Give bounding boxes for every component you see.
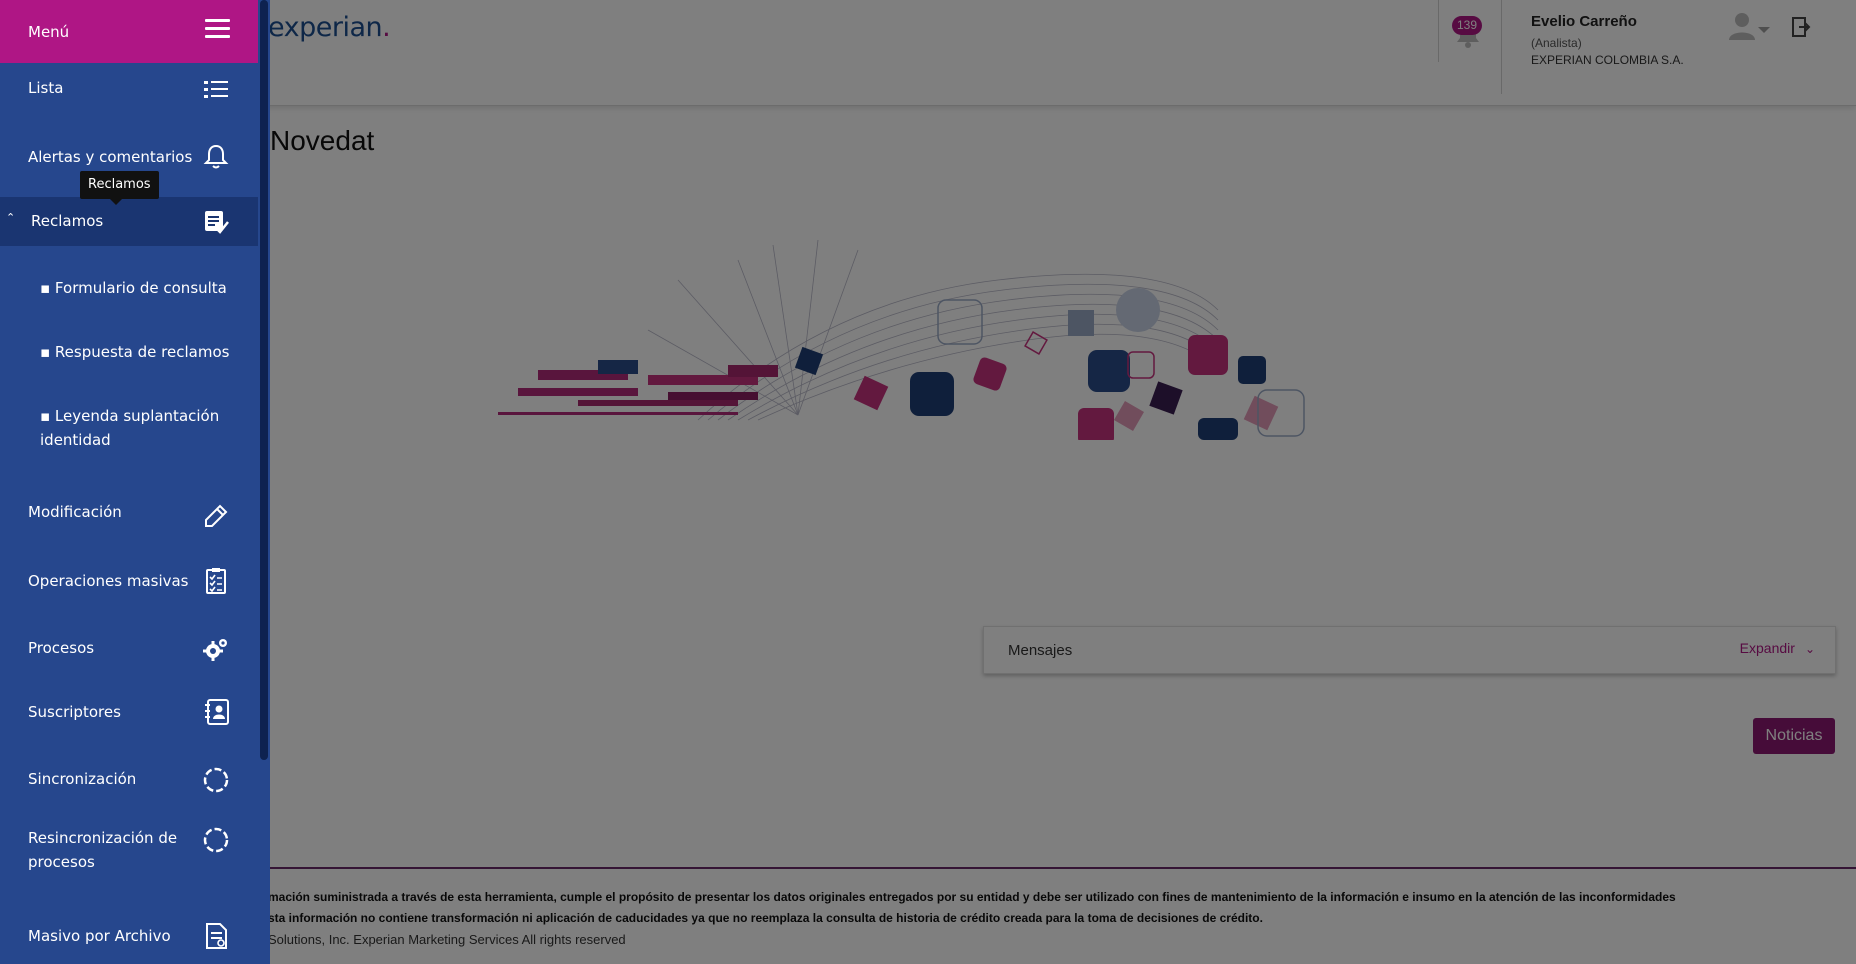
gears-icon	[203, 639, 227, 661]
sidebar-item-operaciones-masivas[interactable]: Operaciones masivas	[0, 559, 258, 605]
sidebar-scrollbar[interactable]	[258, 0, 270, 964]
sidebar-item-label: Alertas y comentarios	[28, 148, 193, 166]
sidebar-item-procesos[interactable]: Procesos	[0, 626, 258, 672]
list-icon	[204, 81, 228, 98]
hamburger-menu-icon[interactable]	[205, 19, 230, 41]
sidebar-item-reclamos[interactable]: ⌃ Reclamos	[0, 197, 258, 246]
modal-backdrop[interactable]	[0, 0, 1856, 964]
submenu-item-label: ▪ Leyenda suplantación identidad	[40, 407, 220, 449]
sidebar-item-label: Operaciones masivas	[28, 572, 189, 590]
chevron-up-icon: ⌃	[6, 211, 16, 224]
pencil-icon	[205, 504, 228, 527]
sidebar-item-lista[interactable]: Lista	[0, 66, 258, 112]
sidebar-item-label: Resincronización de procesos	[28, 829, 178, 871]
sync-icon	[203, 827, 229, 853]
sidebar-item-sincronizacion[interactable]: Sincronización	[0, 757, 258, 803]
submenu-item-label: ▪ Respuesta de reclamos	[40, 343, 230, 361]
submenu-item-leyenda-suplantacion[interactable]: ▪ Leyenda suplantación identidad	[0, 399, 258, 459]
sidebar-item-label: Procesos	[28, 639, 95, 657]
menu-header: Menú	[0, 0, 258, 63]
checklist-icon	[206, 568, 226, 594]
menu-title: Menú	[28, 23, 70, 41]
sync-icon	[203, 767, 229, 793]
sidebar-item-label: Modificación	[28, 503, 122, 521]
sidebar-item-modificacion[interactable]: Modificación	[0, 490, 258, 536]
submenu-item-respuesta-reclamos[interactable]: ▪ Respuesta de reclamos	[0, 335, 258, 371]
submenu-item-label: ▪ Formulario de consulta	[40, 279, 227, 297]
sidebar-item-label: Sincronización	[28, 770, 137, 788]
sidebar-item-label: Masivo por Archivo	[28, 927, 171, 945]
sidebar-item-suscriptores[interactable]: Suscriptores	[0, 690, 258, 736]
file-icon	[206, 923, 227, 949]
sidebar-item-resincronizacion[interactable]: Resincronización de procesos	[0, 822, 258, 882]
scrollbar-thumb[interactable]	[260, 0, 268, 760]
sidebar-menu: Menú Lista Alertas y comentarios ⌃ Recla…	[0, 0, 270, 964]
sidebar-item-masivo-archivo[interactable]: Masivo por Archivo	[0, 914, 258, 960]
sidebar-item-label: Lista	[28, 79, 64, 97]
sidebar-item-label: Suscriptores	[28, 703, 121, 721]
contacts-icon	[205, 699, 229, 725]
reclamos-tooltip: Reclamos	[80, 171, 159, 205]
sidebar-item-label: Reclamos	[31, 212, 104, 230]
bell-icon	[203, 144, 229, 169]
document-check-icon	[205, 211, 229, 234]
submenu-item-formulario-consulta[interactable]: ▪ Formulario de consulta	[0, 271, 258, 307]
